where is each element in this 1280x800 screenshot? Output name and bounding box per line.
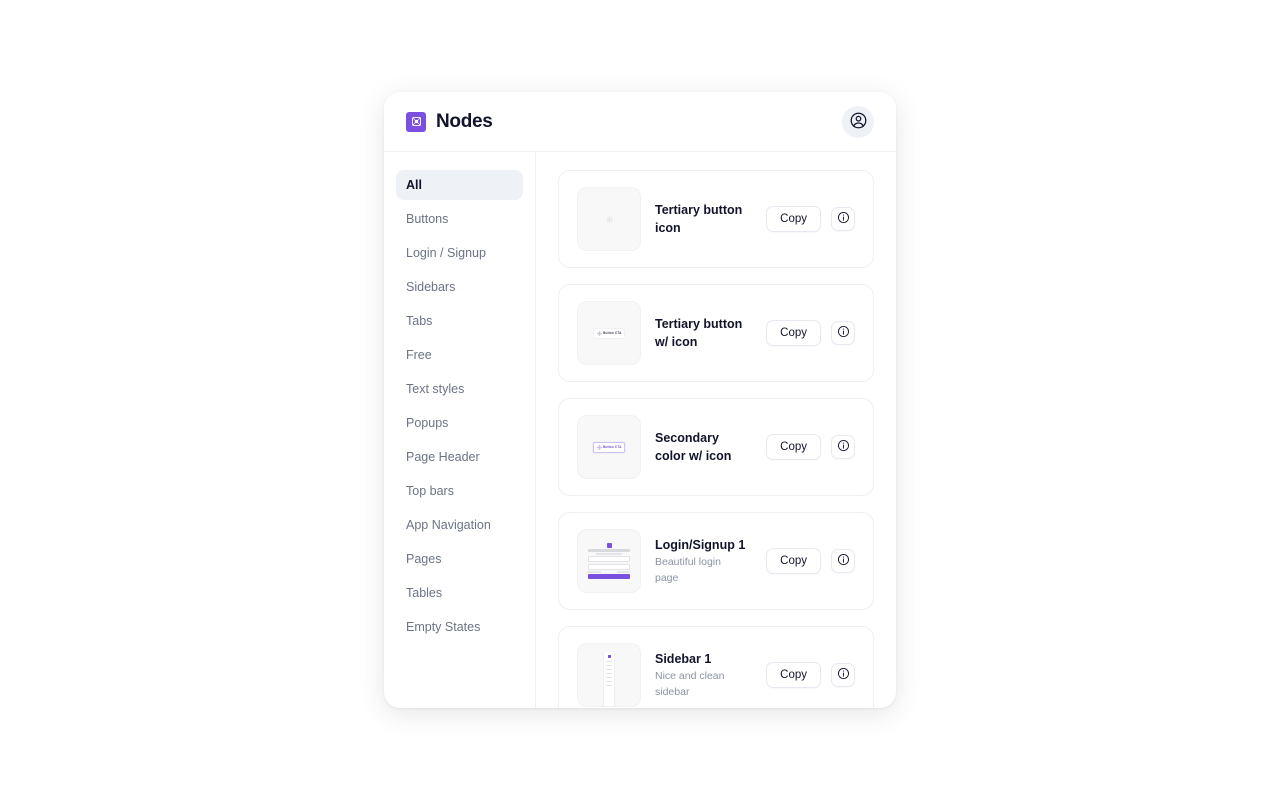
sidebar-item-label: Buttons: [406, 212, 449, 226]
info-button[interactable]: [831, 207, 855, 231]
card-actions: Copy: [766, 320, 855, 346]
info-circle-icon: [837, 667, 850, 683]
component-card[interactable]: Login/Signup 1 Beautiful login page Copy: [558, 512, 874, 610]
sidebar-item-tabs[interactable]: Tabs: [396, 306, 523, 336]
component-thumbnail: [577, 643, 641, 707]
sidebar-item-buttons[interactable]: Buttons: [396, 204, 523, 234]
component-card[interactable]: Tertiary button icon Copy: [558, 170, 874, 268]
info-circle-icon: [837, 325, 850, 341]
component-text: Sidebar 1 Nice and clean sidebar: [655, 650, 752, 701]
preview-sidebar: [603, 652, 615, 706]
preview-tertiary-with-icon: Button CTA: [593, 328, 625, 338]
info-button[interactable]: [831, 321, 855, 345]
sidebar-item-label: Empty States: [406, 620, 481, 634]
component-text: Login/Signup 1 Beautiful login page: [655, 536, 752, 587]
nodes-square-logo-icon: [406, 111, 426, 132]
sidebar-item-popups[interactable]: Popups: [396, 408, 523, 438]
sidebar-item-label: Sidebars: [406, 280, 456, 294]
sidebar-item-login-signup[interactable]: Login / Signup: [396, 238, 523, 268]
sidebar-item-text-styles[interactable]: Text styles: [396, 374, 523, 404]
sidebar-item-label: App Navigation: [406, 518, 491, 532]
sidebar-item-label: All: [406, 178, 422, 192]
sidebar: All Buttons Login / Signup Sidebars Tabs Free…: [384, 152, 536, 708]
card-actions: Copy: [766, 548, 855, 574]
sidebar-item-label: Pages: [406, 552, 442, 566]
component-subtitle: Nice and clean sidebar: [655, 669, 725, 698]
component-title: Login/Signup 1: [655, 537, 746, 552]
component-thumbnail: Button CTA: [577, 301, 641, 365]
component-title: Sidebar 1: [655, 651, 712, 666]
sidebar-item-label: Page Header: [406, 450, 480, 464]
component-text: Secondary color w/ icon: [655, 429, 752, 465]
info-button[interactable]: [831, 663, 855, 687]
component-text: Tertiary button w/ icon: [655, 315, 752, 351]
sidebar-item-label: Tabs: [406, 314, 433, 328]
page-title: Nodes: [436, 110, 493, 132]
component-text: Tertiary button icon: [655, 201, 752, 237]
app-header: Nodes: [384, 92, 896, 152]
component-title: Tertiary button w/ icon: [655, 316, 743, 349]
component-card[interactable]: Button CTA Secondary color w/ icon Copy: [558, 398, 874, 496]
component-subtitle: Beautiful login page: [655, 555, 721, 584]
user-circle-icon: [849, 111, 868, 133]
sidebar-item-top-bars[interactable]: Top bars: [396, 476, 523, 506]
component-card[interactable]: Sidebar 1 Nice and clean sidebar Copy: [558, 626, 874, 708]
info-circle-icon: [837, 439, 850, 455]
preview-button-label: Button CTA: [603, 331, 622, 335]
sidebar-item-tables[interactable]: Tables: [396, 578, 523, 608]
sidebar-item-page-header[interactable]: Page Header: [396, 442, 523, 472]
app-body: All Buttons Login / Signup Sidebars Tabs Free…: [384, 152, 896, 708]
preview-login-page: [587, 542, 631, 580]
component-title: Tertiary button icon: [655, 202, 743, 235]
info-button[interactable]: [831, 435, 855, 459]
sidebar-item-app-navigation[interactable]: App Navigation: [396, 510, 523, 540]
card-actions: Copy: [766, 206, 855, 232]
app-window: Nodes All Buttons Login / Signup Sidebars Ta…: [384, 92, 896, 708]
sidebar-item-sidebars[interactable]: Sidebars: [396, 272, 523, 302]
copy-button[interactable]: Copy: [766, 662, 821, 688]
preview-secondary-with-icon: Button CTA: [592, 441, 626, 453]
info-circle-icon: [837, 211, 850, 227]
copy-button[interactable]: Copy: [766, 320, 821, 346]
component-card[interactable]: Button CTA Tertiary button w/ icon Copy: [558, 284, 874, 382]
sidebar-item-free[interactable]: Free: [396, 340, 523, 370]
info-circle-icon: [837, 553, 850, 569]
sidebar-item-label: Free: [406, 348, 432, 362]
card-actions: Copy: [766, 434, 855, 460]
card-actions: Copy: [766, 662, 855, 688]
component-title: Secondary color w/ icon: [655, 430, 732, 463]
component-thumbnail: Button CTA: [577, 415, 641, 479]
component-thumbnail: [577, 529, 641, 593]
sidebar-item-label: Top bars: [406, 484, 454, 498]
avatar[interactable]: [842, 105, 874, 138]
copy-button[interactable]: Copy: [766, 434, 821, 460]
sidebar-item-label: Text styles: [406, 382, 465, 396]
sidebar-item-label: Login / Signup: [406, 246, 486, 260]
copy-button[interactable]: Copy: [766, 548, 821, 574]
component-list: Tertiary button icon Copy Button CTA Tertia…: [536, 152, 896, 708]
component-thumbnail: [577, 187, 641, 251]
preview-button-label: Button CTA: [603, 445, 622, 449]
info-button[interactable]: [831, 549, 855, 573]
sidebar-item-pages[interactable]: Pages: [396, 544, 523, 574]
preview-tertiary-icon-only: [605, 210, 613, 228]
copy-button[interactable]: Copy: [766, 206, 821, 232]
sidebar-item-label: Tables: [406, 586, 443, 600]
sidebar-item-label: Popups: [406, 416, 449, 430]
sidebar-item-all[interactable]: All: [396, 170, 523, 200]
brand[interactable]: Nodes: [406, 111, 493, 133]
sidebar-item-empty-states[interactable]: Empty States: [396, 612, 523, 642]
